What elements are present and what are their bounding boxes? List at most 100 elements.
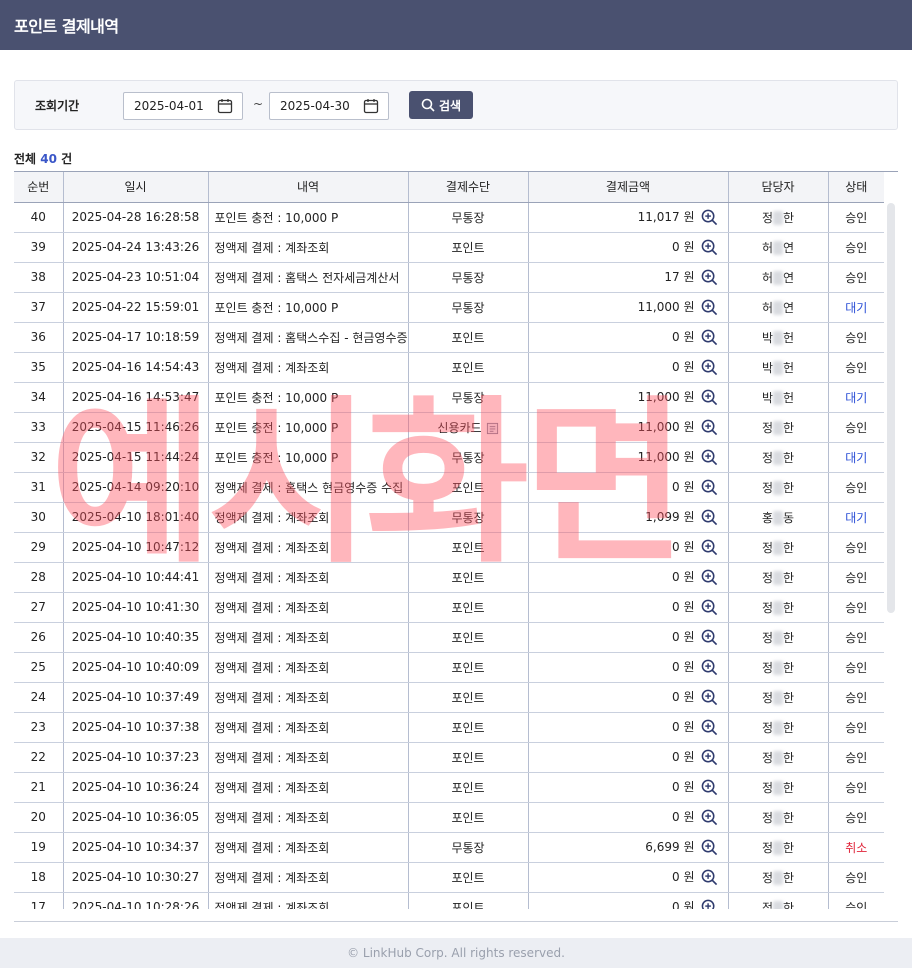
zoom-in-icon[interactable]	[695, 839, 718, 856]
status-badge: 승인	[828, 532, 884, 563]
cell-amount: 0 원	[528, 892, 729, 909]
date-separator: ~	[253, 97, 264, 111]
table-row[interactable]: 17 2025-04-10 10:28:26 정액제 결제 : 계좌조회 포인트 0 원…	[14, 892, 884, 909]
cell-seq: 30	[14, 502, 64, 533]
zoom-in-icon[interactable]	[695, 749, 718, 766]
table-row[interactable]: 24 2025-04-10 10:37:49 정액제 결제 : 계좌조회 포인트 0 원…	[14, 682, 884, 713]
zoom-in-icon[interactable]	[695, 779, 718, 796]
table-row[interactable]: 23 2025-04-10 10:37:38 정액제 결제 : 계좌조회 포인트 0 원…	[14, 712, 884, 743]
cell-description: 포인트 충전 : 10,000 P	[208, 442, 409, 473]
zoom-in-icon[interactable]	[695, 659, 718, 676]
status-badge: 승인	[828, 682, 884, 713]
status-badge: 대기	[828, 382, 884, 413]
table-row[interactable]: 22 2025-04-10 10:37:23 정액제 결제 : 계좌조회 포인트 0 원…	[14, 742, 884, 773]
table-row[interactable]: 33 2025-04-15 11:46:26 포인트 충전 : 10,000 P 신용…	[14, 412, 884, 443]
cell-manager: 정한	[728, 712, 829, 743]
cell-payment-method: 포인트	[408, 712, 529, 743]
cell-amount: 0 원	[528, 562, 729, 593]
cell-payment-method: 무통장	[408, 382, 529, 413]
zoom-in-icon[interactable]	[695, 389, 718, 406]
cell-manager: 박헌	[728, 322, 829, 353]
end-date-input[interactable]: 2025-04-30	[269, 92, 389, 120]
cell-amount: 17 원	[528, 262, 729, 293]
zoom-in-icon[interactable]	[695, 359, 718, 376]
zoom-in-icon[interactable]	[695, 239, 718, 256]
zoom-in-icon[interactable]	[695, 569, 718, 586]
table-row[interactable]: 26 2025-04-10 10:40:35 정액제 결제 : 계좌조회 포인트 0 원…	[14, 622, 884, 653]
cell-seq: 33	[14, 412, 64, 443]
calendar-icon[interactable]	[217, 98, 233, 114]
zoom-in-icon[interactable]	[695, 299, 718, 316]
table-row[interactable]: 40 2025-04-28 16:28:58 포인트 충전 : 10,000 P 무통…	[14, 202, 884, 233]
cell-datetime: 2025-04-10 10:47:12	[63, 532, 209, 563]
receipt-icon[interactable]	[482, 421, 499, 435]
zoom-in-icon[interactable]	[695, 329, 718, 346]
page-header: 포인트 결제내역	[0, 0, 912, 50]
table-row[interactable]: 38 2025-04-23 10:51:04 정액제 결제 : 홈택스 전자세금계산…	[14, 262, 884, 293]
cell-datetime: 2025-04-16 14:53:47	[63, 382, 209, 413]
start-date-input[interactable]: 2025-04-01	[123, 92, 243, 120]
zoom-in-icon[interactable]	[695, 629, 718, 646]
cell-amount: 0 원	[528, 232, 729, 263]
cell-seq: 21	[14, 772, 64, 803]
zoom-in-icon[interactable]	[695, 269, 718, 286]
table-row[interactable]: 34 2025-04-16 14:53:47 포인트 충전 : 10,000 P 무통…	[14, 382, 884, 413]
masked-name	[773, 391, 783, 405]
table-row[interactable]: 28 2025-04-10 10:44:41 정액제 결제 : 계좌조회 포인트 0 원…	[14, 562, 884, 593]
cell-payment-method: 무통장	[408, 502, 529, 533]
table-row[interactable]: 19 2025-04-10 10:34:37 정액제 결제 : 계좌조회 무통장 6,6…	[14, 832, 884, 863]
zoom-in-icon[interactable]	[695, 509, 718, 526]
status-badge: 승인	[828, 322, 884, 353]
status-badge: 승인	[828, 562, 884, 593]
table-row[interactable]: 39 2025-04-24 13:43:26 정액제 결제 : 계좌조회 포인트 0 원…	[14, 232, 884, 263]
masked-name	[773, 721, 783, 735]
zoom-in-icon[interactable]	[695, 449, 718, 466]
zoom-in-icon[interactable]	[695, 689, 718, 706]
cell-amount: 0 원	[528, 742, 729, 773]
table-row[interactable]: 29 2025-04-10 10:47:12 정액제 결제 : 계좌조회 포인트 0 원…	[14, 532, 884, 563]
table-row[interactable]: 37 2025-04-22 15:59:01 포인트 충전 : 10,000 P 무통…	[14, 292, 884, 323]
masked-name	[773, 691, 783, 705]
table-row[interactable]: 18 2025-04-10 10:30:27 정액제 결제 : 계좌조회 포인트 0 원…	[14, 862, 884, 893]
table-row[interactable]: 21 2025-04-10 10:36:24 정액제 결제 : 계좌조회 포인트 0 원…	[14, 772, 884, 803]
table-row[interactable]: 20 2025-04-10 10:36:05 정액제 결제 : 계좌조회 포인트 0 원…	[14, 802, 884, 833]
table-row[interactable]: 25 2025-04-10 10:40:09 정액제 결제 : 계좌조회 포인트 0 원…	[14, 652, 884, 683]
cell-description: 정액제 결제 : 계좌조회	[208, 862, 409, 893]
zoom-in-icon[interactable]	[695, 599, 718, 616]
table-row[interactable]: 27 2025-04-10 10:41:30 정액제 결제 : 계좌조회 포인트 0 원…	[14, 592, 884, 623]
cell-amount: 11,000 원	[528, 382, 729, 413]
status-badge: 승인	[828, 352, 884, 383]
cell-amount: 0 원	[528, 652, 729, 683]
zoom-in-icon[interactable]	[695, 479, 718, 496]
cell-payment-method: 포인트	[408, 892, 529, 909]
table-scrollbar[interactable]	[887, 203, 895, 613]
zoom-in-icon[interactable]	[695, 809, 718, 826]
cell-datetime: 2025-04-16 14:54:43	[63, 352, 209, 383]
table-row[interactable]: 32 2025-04-15 11:44:24 포인트 충전 : 10,000 P 무통…	[14, 442, 884, 473]
cell-manager: 박헌	[728, 352, 829, 383]
zoom-in-icon[interactable]	[695, 719, 718, 736]
masked-name	[773, 781, 783, 795]
zoom-in-icon[interactable]	[695, 869, 718, 886]
cell-seq: 20	[14, 802, 64, 833]
cell-datetime: 2025-04-10 10:37:38	[63, 712, 209, 743]
table-row[interactable]: 31 2025-04-14 09:20:10 정액제 결제 : 홈택스 현금영수증 …	[14, 472, 884, 503]
table-row[interactable]: 35 2025-04-16 14:54:43 정액제 결제 : 계좌조회 포인트 0 원…	[14, 352, 884, 383]
cell-seq: 36	[14, 322, 64, 353]
table-row[interactable]: 30 2025-04-10 18:01:40 정액제 결제 : 계좌조회 무통장 1,0…	[14, 502, 884, 533]
zoom-in-icon[interactable]	[695, 539, 718, 556]
page-title: 포인트 결제내역	[14, 17, 119, 36]
calendar-icon[interactable]	[363, 98, 379, 114]
masked-name	[773, 661, 783, 675]
cell-seq: 39	[14, 232, 64, 263]
cell-amount: 6,699 원	[528, 832, 729, 863]
cell-description: 정액제 결제 : 홈택스 현금영수증 수집	[208, 472, 409, 503]
zoom-in-icon[interactable]	[695, 209, 718, 226]
zoom-in-icon[interactable]	[695, 419, 718, 436]
zoom-in-icon[interactable]	[695, 899, 718, 909]
table-row[interactable]: 36 2025-04-17 10:18:59 정액제 결제 : 홈택스수집 - 현금…	[14, 322, 884, 353]
cell-amount: 11,000 원	[528, 292, 729, 323]
column-header: 상태	[828, 172, 884, 203]
search-button[interactable]: 검색	[409, 91, 473, 119]
cell-payment-method: 무통장	[408, 292, 529, 323]
